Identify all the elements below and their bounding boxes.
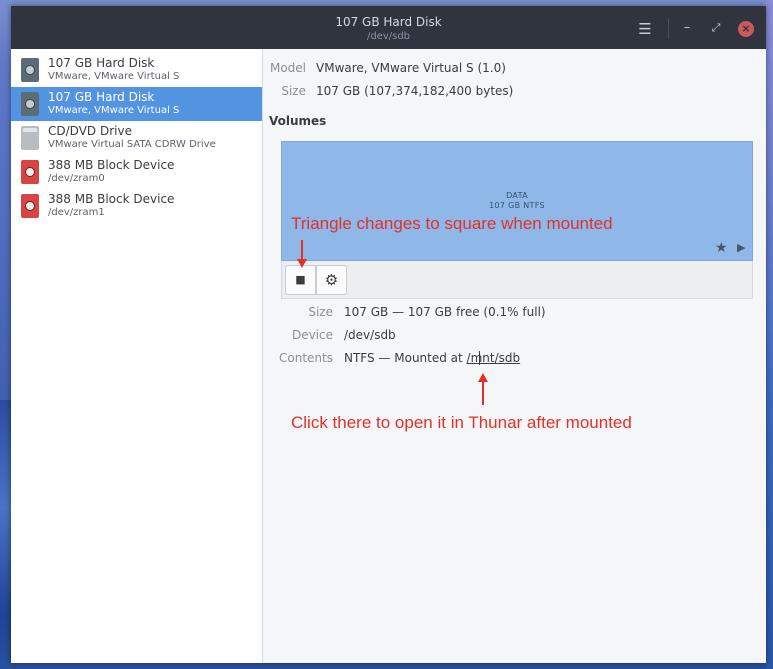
unmount-stop-button[interactable]: ■ xyxy=(285,265,316,295)
gear-icon: ⚙ xyxy=(324,271,339,289)
close-icon[interactable]: × xyxy=(738,21,754,37)
volume-size-value: 107 GB — 107 GB free (0.1% full) xyxy=(344,305,546,319)
device-name: CD/DVD Drive xyxy=(48,124,132,138)
annotation-arrow-up xyxy=(482,381,484,405)
desktop-background-right xyxy=(766,0,773,669)
device-description: /dev/zram0 xyxy=(48,173,105,184)
device-description: VMware, VMware Virtual S xyxy=(48,105,180,116)
device-item-zram0[interactable]: 388 MB Block Device /dev/zram0 xyxy=(11,155,262,189)
annotation-arrowhead-down xyxy=(297,259,307,268)
partition-options-button[interactable]: ⚙ xyxy=(316,265,347,295)
partition-label: DATA xyxy=(506,191,528,200)
annotation-mount-note: Triangle changes to square when mounted xyxy=(291,214,613,233)
text-cursor xyxy=(479,351,480,365)
hamburger-menu-icon[interactable]: ☰ xyxy=(636,20,654,38)
device-description: VMware, VMware Virtual S xyxy=(48,71,180,82)
contents-prefix: NTFS — Mounted at xyxy=(344,351,467,365)
device-item-hdd-1[interactable]: 107 GB Hard Disk VMware, VMware Virtual … xyxy=(11,53,262,87)
block-device-icon xyxy=(21,194,39,218)
device-label: Device xyxy=(291,328,333,342)
contents-value: NTFS — Mounted at /mnt/sdb xyxy=(344,351,520,365)
maximize-icon[interactable]: ⤢ xyxy=(707,19,725,37)
mount-point-link[interactable]: /mnt/sdb xyxy=(467,351,521,365)
model-value: VMware, VMware Virtual S (1.0) xyxy=(316,61,506,75)
hard-disk-icon xyxy=(21,58,39,82)
device-item-hdd-2[interactable]: 107 GB Hard Disk VMware, VMware Virtual … xyxy=(11,87,262,121)
device-name: 388 MB Block Device xyxy=(48,158,175,172)
device-name: 107 GB Hard Disk xyxy=(48,56,155,70)
volume-toolbar: ■ ⚙ xyxy=(281,261,753,299)
star-icon: ★ xyxy=(715,240,728,256)
contents-label: Contents xyxy=(279,351,333,365)
device-value: /dev/sdb xyxy=(344,328,396,342)
minimize-icon[interactable]: – xyxy=(678,19,696,37)
hard-disk-icon xyxy=(21,92,39,116)
device-description: /dev/zram1 xyxy=(48,207,105,218)
stop-icon: ■ xyxy=(295,273,306,286)
volumes-heading: Volumes xyxy=(269,114,327,128)
device-name: 107 GB Hard Disk xyxy=(48,90,155,104)
device-description: VMware Virtual SATA CDRW Drive xyxy=(48,139,216,150)
partition-description: 107 GB NTFS xyxy=(489,201,545,210)
model-label: Model xyxy=(269,61,306,75)
title-bar: 107 GB Hard Disk /dev/sdb ☰ – ⤢ × xyxy=(11,6,766,49)
disk-size-label: Size xyxy=(281,84,306,98)
play-icon: ▶ xyxy=(737,241,746,254)
volume-partition-block[interactable]: DATA 107 GB NTFS ★ ▶ xyxy=(281,141,753,261)
disks-window: 107 GB Hard Disk /dev/sdb ☰ – ⤢ × 107 GB… xyxy=(11,6,766,663)
disk-size-value: 107 GB (107,374,182,400 bytes) xyxy=(316,84,514,98)
device-list: 107 GB Hard Disk VMware, VMware Virtual … xyxy=(11,49,263,663)
optical-drive-icon xyxy=(21,126,39,150)
device-item-cdrom[interactable]: CD/DVD Drive VMware Virtual SATA CDRW Dr… xyxy=(11,121,262,155)
device-item-zram1[interactable]: 388 MB Block Device /dev/zram1 xyxy=(11,189,262,223)
volume-size-label: Size xyxy=(308,305,333,319)
annotation-open-note: Click there to open it in Thunar after m… xyxy=(291,413,632,432)
block-device-icon xyxy=(21,160,39,184)
device-name: 388 MB Block Device xyxy=(48,192,175,206)
titlebar-separator xyxy=(668,19,669,39)
